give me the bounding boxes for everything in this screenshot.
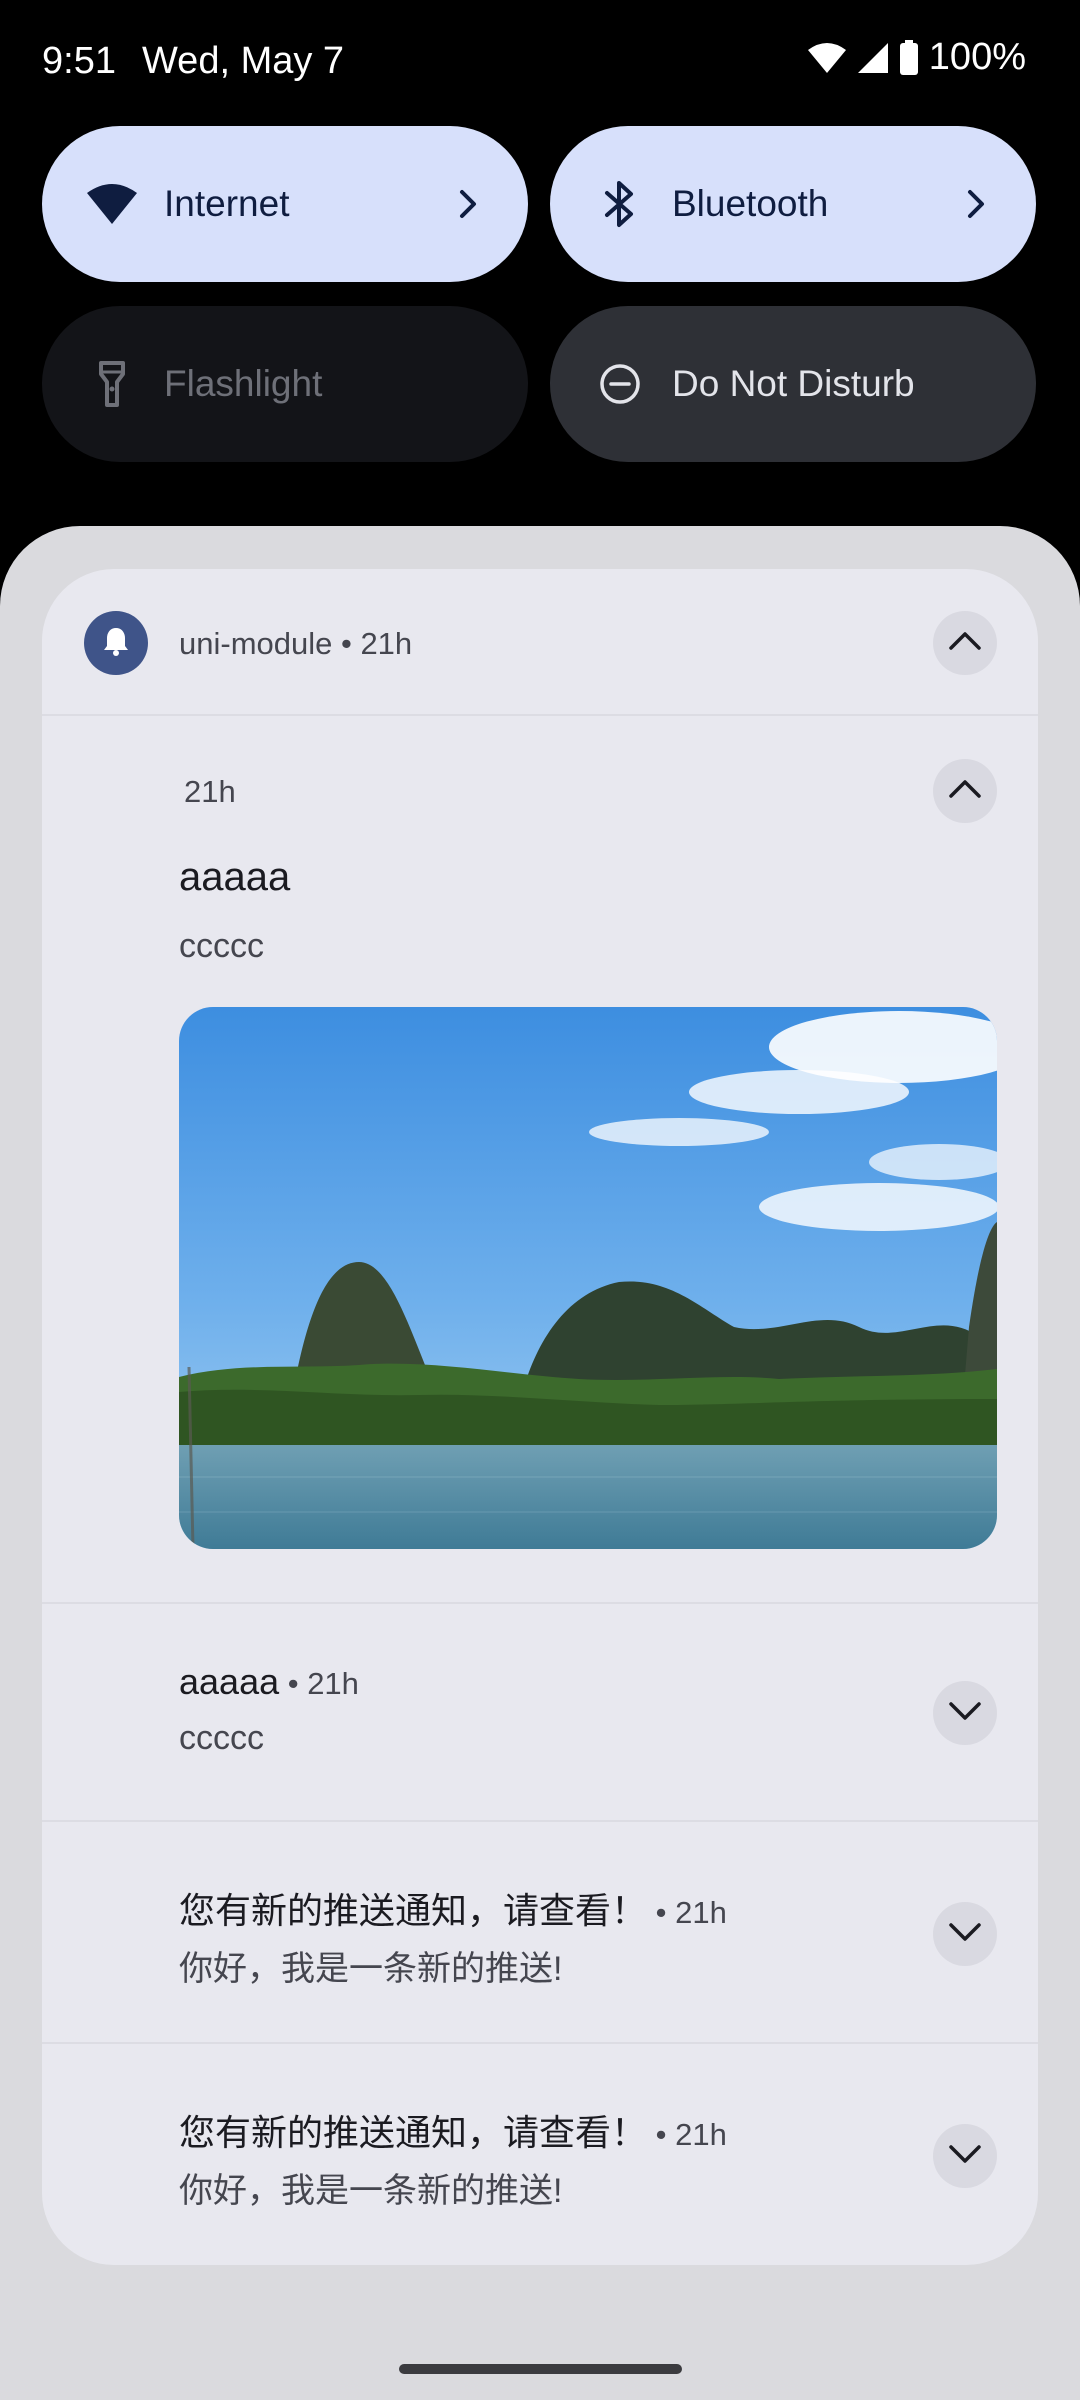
navigation-handle[interactable]: [399, 2364, 682, 2374]
landscape-photo: [179, 1007, 997, 1549]
collapse-group-button[interactable]: [933, 611, 997, 675]
divider: [42, 714, 1038, 716]
bluetooth-icon: [590, 174, 650, 234]
tile-bluetooth-label: Bluetooth: [672, 183, 829, 224]
notification-group-card[interactable]: uni-module • 21h 21h aaaaa ccccc aaaaa •…: [42, 569, 1038, 2265]
flashlight-icon: [82, 354, 142, 414]
chevron-right-icon: [450, 186, 486, 222]
tile-internet[interactable]: Internet: [42, 126, 528, 282]
chevron-right-icon: [958, 186, 994, 222]
status-bar: 9:51 Wed, May 7 100%: [0, 0, 1080, 120]
wifi-icon: [807, 42, 847, 74]
tile-flashlight-label: Flashlight: [164, 363, 323, 404]
bell-icon: [101, 625, 131, 662]
battery-icon: [899, 39, 919, 76]
tile-do-not-disturb-label: Do Not Disturb: [672, 363, 915, 404]
app-header-text: uni-module • 21h: [179, 626, 413, 661]
signal-icon: [857, 42, 889, 74]
tile-internet-label: Internet: [164, 183, 290, 224]
notification-item-title: 您有新的推送通知，请查看！ • 21h: [179, 1890, 727, 1931]
expand-notification-button[interactable]: [933, 2124, 997, 2188]
status-time: 9:51: [42, 40, 116, 82]
chevron-down-icon: [948, 1701, 982, 1726]
collapse-notification-button[interactable]: [933, 759, 997, 823]
status-date: Wed, May 7: [142, 40, 345, 82]
notification-title: aaaaa: [179, 855, 291, 899]
notification-item-time: • 21h: [647, 1895, 727, 1930]
notification-item-time: • 21h: [647, 2117, 727, 2152]
notification-item-body: 你好，我是一条新的推送!: [179, 1950, 563, 1988]
chevron-down-icon: [948, 1922, 982, 1947]
notification-item-title: aaaaa • 21h: [179, 1661, 359, 1702]
tile-flashlight[interactable]: Flashlight: [42, 306, 528, 462]
divider: [42, 1602, 1038, 1604]
notification-item-title: 您有新的推送通知，请查看！ • 21h: [179, 2112, 727, 2153]
battery-percentage: 100%: [928, 36, 1026, 78]
tile-bluetooth[interactable]: Bluetooth: [550, 126, 1036, 282]
notification-time: 21h: [184, 774, 236, 809]
status-icons: 100%: [807, 36, 1026, 79]
chevron-down-icon: [948, 2144, 982, 2169]
expand-notification-button[interactable]: [933, 1902, 997, 1966]
notification-body: ccccc: [179, 927, 264, 965]
wifi-icon: [82, 174, 142, 234]
notification-item-time: • 21h: [279, 1666, 359, 1701]
notification-item-body: ccccc: [179, 1719, 264, 1757]
divider: [42, 2042, 1038, 2044]
divider: [42, 1820, 1038, 1822]
app-icon: [84, 611, 148, 675]
notification-item-body: 你好，我是一条新的推送!: [179, 2172, 563, 2210]
chevron-up-icon: [948, 631, 982, 656]
tile-do-not-disturb[interactable]: Do Not Disturb: [550, 306, 1036, 462]
chevron-up-icon: [948, 779, 982, 804]
do-not-disturb-icon: [590, 354, 650, 414]
expand-notification-button[interactable]: [933, 1681, 997, 1745]
